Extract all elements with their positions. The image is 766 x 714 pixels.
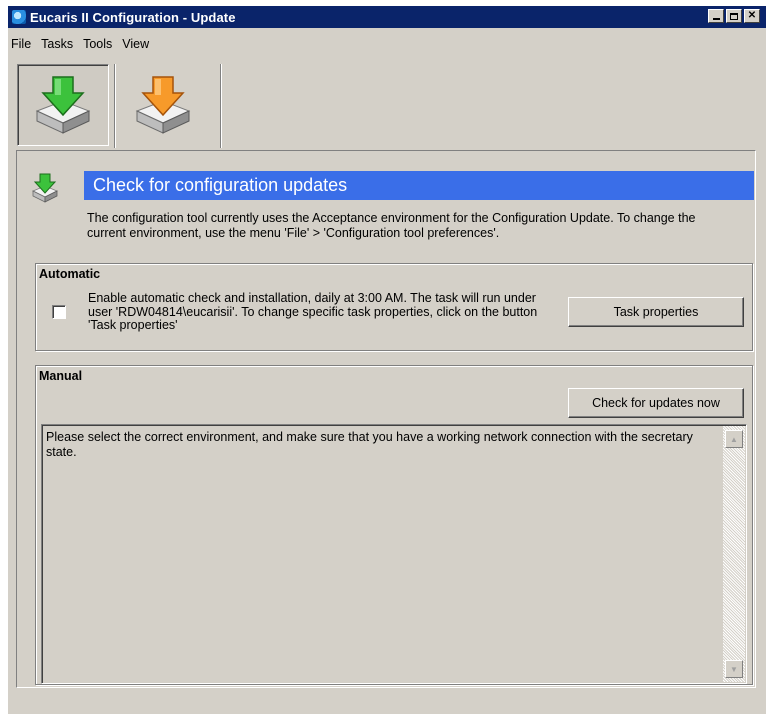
status-log[interactable]: Please select the correct environment, a… xyxy=(41,424,747,684)
app-logo-icon xyxy=(12,10,26,24)
title-bar[interactable]: Eucaris II Configuration - Update ✕ xyxy=(8,6,766,28)
menu-bar: File Tasks Tools View xyxy=(8,34,154,54)
toolbar xyxy=(8,58,766,154)
toolbar-separator xyxy=(114,64,116,148)
window-title: Eucaris II Configuration - Update xyxy=(30,9,236,25)
app-window: Eucaris II Configuration - Update ✕ File… xyxy=(8,6,766,714)
toolbar-separator xyxy=(220,64,222,148)
menu-file[interactable]: File xyxy=(8,37,36,51)
manual-group-title: Manual xyxy=(39,369,83,383)
update-panel: Check for configuration updates The conf… xyxy=(16,150,756,688)
environment-description: The configuration tool currently uses th… xyxy=(87,211,696,240)
close-icon[interactable]: ✕ xyxy=(744,9,760,23)
toolbar-install-updates-button[interactable] xyxy=(117,64,209,146)
menu-view[interactable]: View xyxy=(117,37,154,51)
download-orange-arrow-icon xyxy=(135,76,191,134)
download-green-arrow-icon xyxy=(35,76,91,134)
window-controls: ✕ xyxy=(708,9,760,23)
scroll-up-icon[interactable]: ▲ xyxy=(725,430,743,448)
automatic-group: Automatic Enable automatic check and ins… xyxy=(35,263,753,351)
manual-group: Manual Check for updates now Please sele… xyxy=(35,365,753,685)
menu-tools[interactable]: Tools xyxy=(78,37,117,51)
page-title: Check for configuration updates xyxy=(84,171,754,200)
automatic-description: Enable automatic check and installation,… xyxy=(88,291,538,332)
scroll-down-icon[interactable]: ▼ xyxy=(725,660,743,678)
status-log-text: Please select the correct environment, a… xyxy=(46,430,693,459)
log-scrollbar[interactable]: ▲ ▼ xyxy=(723,426,745,682)
check-for-updates-button[interactable]: Check for updates now xyxy=(568,388,744,418)
maximize-icon[interactable] xyxy=(726,9,742,23)
automatic-group-title: Automatic xyxy=(39,267,101,281)
task-properties-button[interactable]: Task properties xyxy=(568,297,744,327)
automatic-check-checkbox[interactable] xyxy=(52,305,66,319)
minimize-icon[interactable] xyxy=(708,9,724,23)
download-green-arrow-icon xyxy=(32,173,58,203)
menu-tasks[interactable]: Tasks xyxy=(36,37,78,51)
toolbar-check-updates-button[interactable] xyxy=(17,64,109,146)
